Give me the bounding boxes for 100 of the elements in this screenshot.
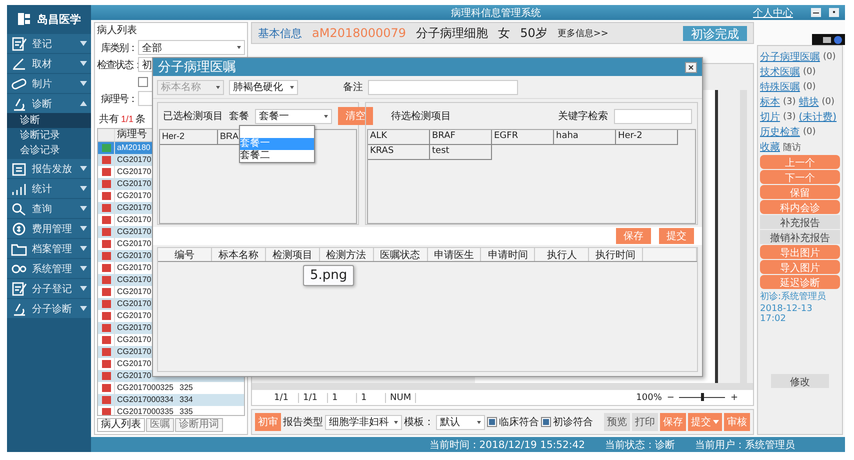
column-header: 执行时间 — [589, 248, 644, 261]
nav-item[interactable]: 诊断 — [7, 94, 91, 113]
toolbar-button[interactable]: 打印 — [632, 413, 658, 431]
complete-button[interactable]: 初诊完成 — [683, 26, 747, 40]
tab[interactable]: 诊断用词 — [175, 418, 223, 432]
status-cell: 1 — [357, 392, 386, 402]
panel-title: 病人列表 — [97, 25, 138, 37]
user-center-link[interactable]: 个人中心 — [753, 6, 793, 20]
side-link[interactable]: 特殊医嘱 — [760, 80, 800, 94]
patient-row[interactable]: CG2017000334 334 — [98, 394, 244, 406]
nav-item[interactable]: 档案管理 — [7, 239, 91, 258]
table-cell-text: CG20170 — [116, 286, 152, 298]
caret-icon — [713, 420, 719, 424]
caret-icon — [80, 166, 87, 171]
nav-item[interactable]: 取材 — [7, 54, 91, 73]
form-icon — [11, 282, 27, 296]
nav-item[interactable]: 统计 — [7, 179, 91, 198]
nav-item[interactable]: 登记 — [7, 34, 91, 53]
tab[interactable]: 医嘱 — [146, 418, 174, 432]
case-number: aM2018000079 — [312, 26, 406, 40]
side-link[interactable]: 技术医嘱 — [760, 65, 800, 79]
report-type-select[interactable]: 细胞学非妇科 — [325, 414, 402, 430]
modify-button[interactable]: 修改 — [771, 374, 829, 388]
minimize-icon[interactable] — [811, 8, 821, 17]
side-button[interactable]: 撤销补充报告 — [760, 230, 840, 244]
table-cell-text: CG20170 — [116, 178, 152, 190]
test-item-cell[interactable]: ALK — [368, 130, 430, 145]
zoom-slider-thumb[interactable] — [701, 393, 704, 401]
checkbox[interactable] — [487, 417, 497, 427]
dropdown-option[interactable]: 套餐二 — [240, 150, 314, 162]
patient-age: 50岁 — [520, 24, 548, 42]
caret-icon — [80, 306, 87, 311]
checkbox[interactable] — [541, 417, 551, 427]
test-item-cell[interactable]: EGFR — [492, 130, 554, 145]
test-item-cell[interactable]: test — [430, 145, 492, 160]
more-info-link[interactable]: 更多信息>> — [557, 26, 608, 40]
keyword-search-field[interactable] — [614, 108, 692, 124]
pen-icon — [11, 56, 27, 70]
test-item-cell[interactable]: haha — [554, 130, 616, 145]
patient-gender: 女 — [498, 24, 510, 42]
checkbox-label: 初诊符合 — [553, 416, 593, 429]
side-link[interactable]: 历史检查 — [760, 125, 800, 139]
table-cell-text: CG20170 — [116, 298, 152, 310]
table-cell-text: CG20170 — [116, 358, 152, 370]
nav-item[interactable]: 分子诊断 — [7, 299, 91, 318]
tab[interactable]: 病人列表 — [97, 418, 145, 432]
caret-icon — [80, 41, 87, 46]
logo-icon — [17, 12, 31, 26]
caret-icon — [80, 286, 87, 291]
column-header: 标本名称 — [212, 248, 266, 261]
column-header: 医嘱状态 — [374, 248, 428, 261]
note-field[interactable] — [368, 80, 518, 94]
coin-icon — [11, 222, 27, 236]
checkbox[interactable] — [138, 76, 148, 86]
test-item-cell[interactable]: KRAS — [368, 145, 430, 160]
side-link[interactable]: 蜡块 — [798, 95, 819, 109]
side-link[interactable]: 收藏 — [760, 140, 780, 154]
field-label: 报告类型 — [283, 416, 323, 429]
zoom-out-button[interactable]: − — [662, 392, 680, 402]
zoom-in-button[interactable]: + — [725, 392, 743, 402]
table-cell-text: CG2017000334 — [116, 394, 174, 406]
table-cell-text: CG20170 — [116, 334, 152, 346]
nav-item[interactable]: 系统管理 — [7, 259, 91, 278]
panel-title: 已选检测项目 — [163, 110, 223, 123]
status-text: 当前时间：2018/12/19 15:52:42 — [429, 438, 585, 452]
table-cell-text: CG2017000325 — [116, 382, 174, 394]
table-cell-text: CG20170 — [116, 190, 152, 202]
window-title: 病理科信息管理系统 — [450, 6, 542, 20]
package-select[interactable]: 套餐一 — [255, 108, 332, 124]
nav-item[interactable]: 分子登记 — [7, 279, 91, 298]
search-icon — [11, 202, 27, 216]
checkbox-label: 临床符合 — [499, 416, 539, 429]
help-icon[interactable] — [834, 36, 842, 44]
toolbar-button[interactable]: 预览 — [604, 413, 630, 431]
caret-icon — [80, 101, 87, 106]
side-link[interactable]: (未计费) — [798, 110, 837, 124]
side-link[interactable]: 切片 — [760, 110, 780, 124]
filter-label: 库类别： — [100, 42, 137, 54]
test-item-cell[interactable]: Her-2 — [160, 130, 218, 145]
caret-icon — [80, 81, 87, 86]
column-header: 编号 — [158, 248, 212, 261]
scrollbar[interactable] — [252, 383, 753, 390]
dropdown-option[interactable]: 套餐一 — [240, 138, 314, 150]
nav-item[interactable]: 报告发放 — [7, 159, 91, 178]
microscope-icon — [11, 302, 27, 316]
nav-item[interactable]: 费用管理 — [7, 219, 91, 238]
column-header: 检测项目 — [266, 248, 320, 261]
nav-item[interactable]: 查询 — [7, 199, 91, 218]
nav-item[interactable]: 制片 — [7, 74, 91, 93]
template-select[interactable]: 默认 — [436, 414, 485, 430]
filter-select[interactable]: 全部 — [138, 40, 245, 55]
table-cell-text: CG20170 — [116, 322, 152, 334]
table-cell-text: CG20170 — [116, 262, 152, 274]
test-item-cell[interactable]: Her-2 — [616, 130, 678, 145]
test-item-cell[interactable]: BRAF — [430, 130, 492, 145]
side-button[interactable]: 补充报告 — [760, 215, 840, 229]
side-link[interactable]: 标本 — [760, 95, 780, 109]
side-link[interactable]: 分子病理医嘱 — [760, 50, 820, 64]
site-select[interactable]: 肺褐色硬化 — [229, 80, 298, 94]
nav-subitem[interactable]: 诊断 — [7, 113, 91, 128]
